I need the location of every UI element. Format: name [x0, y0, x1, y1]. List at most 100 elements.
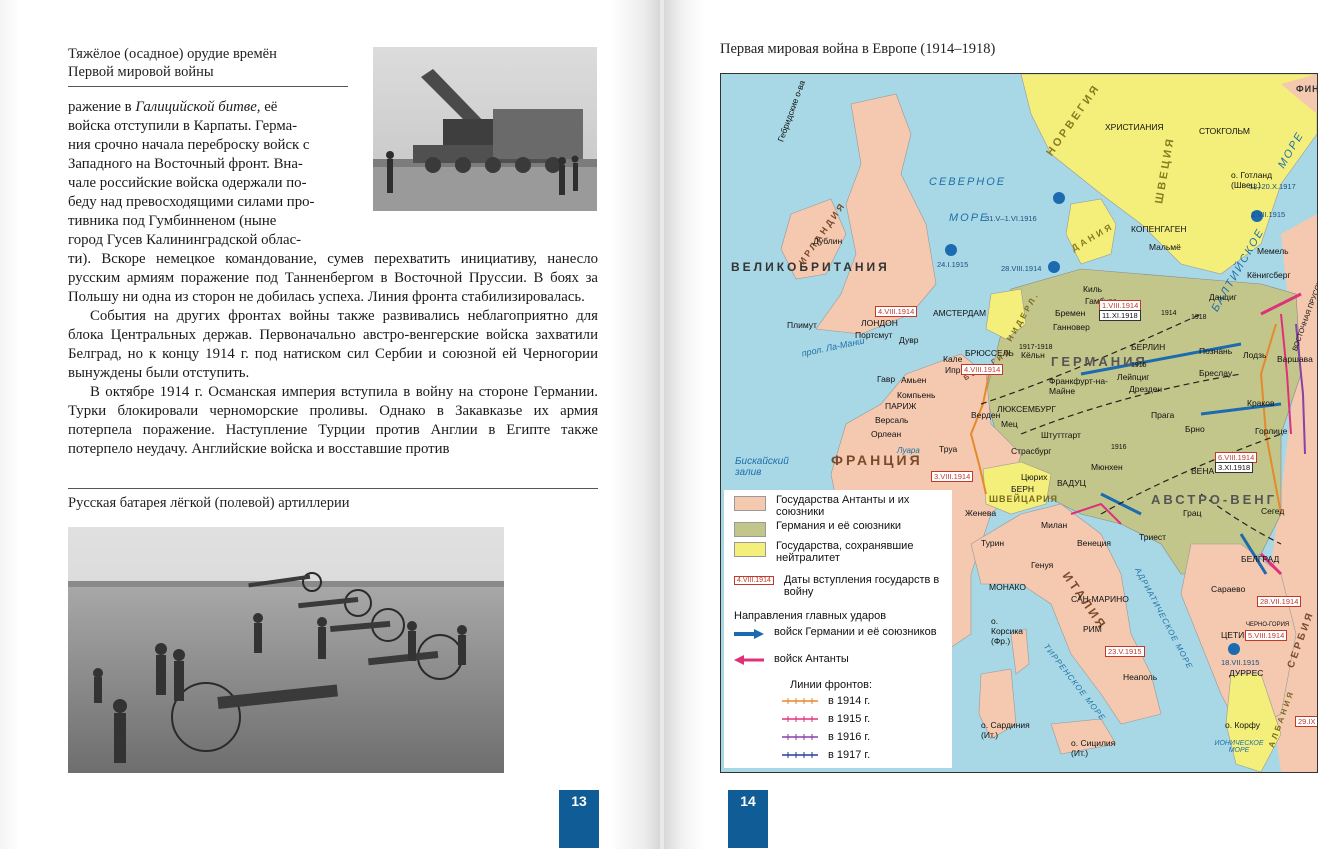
city-label: Мец — [1001, 419, 1018, 429]
legend-date-label: Даты вступления государств в войну — [783, 574, 940, 598]
legend-entente-label: Государства Антанты и их союзники — [776, 494, 910, 518]
section-rule — [68, 488, 598, 489]
para2: События на других фронтах войны также ра… — [68, 308, 598, 381]
battle-date: 12–20.X.1917 — [1249, 182, 1296, 191]
date-box: 3.VIII.1914 — [931, 471, 974, 482]
city-label: Дублин — [813, 236, 843, 246]
front-year: 1918 — [1191, 314, 1207, 321]
legend-date-sample: 4.VIII.1914 — [734, 576, 774, 585]
city-label: МОНАКО — [989, 582, 1026, 592]
date-box: 4.VIII.1914 — [875, 306, 918, 317]
city-label: Штуттгарт — [1041, 430, 1081, 440]
city-label: Познань — [1199, 346, 1233, 356]
city-label: Ипр — [945, 365, 961, 375]
label-switzerland: ШВЕЙЦАРИЯ — [989, 494, 1059, 504]
legend-front-1915: в 1915 г. — [782, 713, 870, 725]
city-label: Кёнигсберг — [1247, 270, 1291, 280]
city-label: ПАРИЖ — [885, 401, 917, 411]
city-label: КОПЕНГАГЕН — [1131, 224, 1187, 234]
para1-rest: ти). Вскоре немецкое командование, сумев… — [68, 251, 598, 305]
city-label: Лодзь — [1243, 350, 1267, 360]
legend-front-1915-label: в 1915 г. — [828, 713, 871, 725]
battle-date: 18.VII.1915 — [1221, 658, 1260, 667]
city-label: Прага — [1151, 410, 1175, 420]
battle-date: 2.VII.1915 — [1251, 210, 1286, 219]
city-label: Бреслау — [1199, 368, 1233, 378]
label-montenegro: ЧЕРНО-ГОРИЯ — [1246, 622, 1290, 628]
city-label: Лейпциг — [1117, 372, 1150, 382]
legend-neutral-label: Государства, сохранявшие нейтралитет — [776, 540, 914, 564]
front-year: 1916 — [1111, 444, 1127, 451]
front-year: 1914 — [1161, 310, 1177, 317]
city-label: Бремен — [1055, 308, 1086, 318]
label-austria-hungary: АВСТРО-ВЕНГ — [1151, 492, 1278, 507]
para1-line: город Гусев Калининградской облас- — [68, 232, 302, 248]
city-label: БРЮССЕЛЬ — [965, 348, 1014, 358]
neutral-swatch — [734, 542, 766, 557]
pink-arrow-icon — [734, 655, 764, 665]
label-great-britain: ВЕЛИКОБРИТАНИЯ — [731, 260, 890, 274]
sea-ionian: ИОНИЧЕСКОЕ МОРЕ — [1214, 740, 1264, 754]
legend-neutral: Государства, сохранявшие нейтралитет — [734, 540, 952, 564]
legend-germany: Германия и её союзники — [734, 520, 901, 537]
para1-line: войска отступили в Карпаты. Герма- — [68, 118, 298, 134]
city-label: Сегед — [1261, 506, 1285, 516]
city-label: Мальмё — [1149, 242, 1181, 252]
legend-front-1917: в 1917 г. — [782, 749, 870, 761]
river-loire: Луара — [897, 446, 920, 455]
para1-line: Западного на Восточный фронт. Вна- — [68, 156, 303, 172]
front-1914-line-icon — [782, 698, 818, 704]
map-title: Первая мировая война в Европе (1914–1918… — [720, 41, 996, 57]
city-label: Мюнхен — [1091, 462, 1123, 472]
legend-dates: 4.VIII.1914 Даты вступления государств в… — [734, 574, 952, 598]
city-label: ВЕНА — [1191, 466, 1215, 476]
label-finland: ФИН — [1296, 84, 1318, 94]
city-label: о. Сицилия (Ит.) — [1071, 738, 1116, 758]
page-number-13: 13 — [559, 790, 599, 848]
legend-front-1914-label: в 1914 г. — [828, 695, 871, 707]
date-box: 4.VIII.1914 — [961, 364, 1004, 375]
date-box: 3.XI.1918 — [1215, 462, 1254, 473]
legend-germany-label: Германия и её союзники — [776, 520, 902, 532]
germany-swatch — [734, 522, 766, 537]
legend-entente-attack-label: войск Антанты — [774, 653, 849, 665]
legend-entente-attack: войск Антанты — [734, 653, 849, 666]
para1-line: беду над превосходящими силами про- — [68, 194, 315, 210]
legend-fronts-title: Линии фронтов: — [790, 679, 873, 691]
sea-north-2: МОРЕ — [949, 212, 990, 224]
para1-text-b: её — [260, 99, 278, 115]
front-1915-line-icon — [782, 716, 818, 722]
city-label: ХРИСТИАНИЯ — [1105, 122, 1164, 132]
legend-front-1914: в 1914 г. — [782, 695, 870, 707]
city-label: Турин — [981, 538, 1005, 548]
city-label: Краков — [1247, 398, 1275, 408]
photo1-caption: Тяжёлое (осадное) орудие времён Первой м… — [68, 45, 277, 81]
city-label: Кёльн — [1021, 350, 1045, 360]
left-page: Тяжёлое (осадное) орудие времён Первой м… — [0, 0, 660, 849]
artillery-battery-photo — [68, 527, 504, 773]
photo1-caption-line1: Тяжёлое (осадное) орудие времён — [68, 46, 277, 62]
city-label: Плимут — [787, 320, 817, 330]
entente-swatch — [734, 496, 766, 511]
blue-arrow-icon — [734, 629, 764, 639]
city-label: Труа — [939, 444, 958, 454]
city-label: Кале — [943, 354, 963, 364]
city-label: САН-МАРИНО — [1071, 594, 1129, 604]
photo1-caption-line2: Первой мировой войны — [68, 64, 214, 80]
sea-biscay: Бискайский залив — [735, 456, 789, 478]
city-label: ДУРРЕС — [1229, 668, 1264, 678]
caption-rule — [68, 86, 348, 87]
legend-german-attack: войск Германии и её союзников — [734, 626, 937, 640]
city-label: СТОКГОЛЬМ — [1199, 126, 1250, 136]
city-label: Дувр — [899, 335, 919, 345]
city-label: РИМ — [1083, 624, 1102, 634]
para3: В октябре 1914 г. Османская империя всту… — [68, 384, 598, 457]
city-label: Грац — [1183, 508, 1202, 518]
city-label: Варшава — [1277, 354, 1313, 364]
date-box: 28.VII.1914 — [1257, 596, 1302, 607]
city-label: Гавр — [877, 374, 896, 384]
city-label: Портсмут — [855, 330, 893, 340]
legend-german-attack-label: войск Германии и её союзников — [774, 626, 937, 638]
city-label: Дрезден — [1129, 384, 1163, 394]
sea-north-1: СЕВЕРНОЕ — [929, 176, 1007, 188]
